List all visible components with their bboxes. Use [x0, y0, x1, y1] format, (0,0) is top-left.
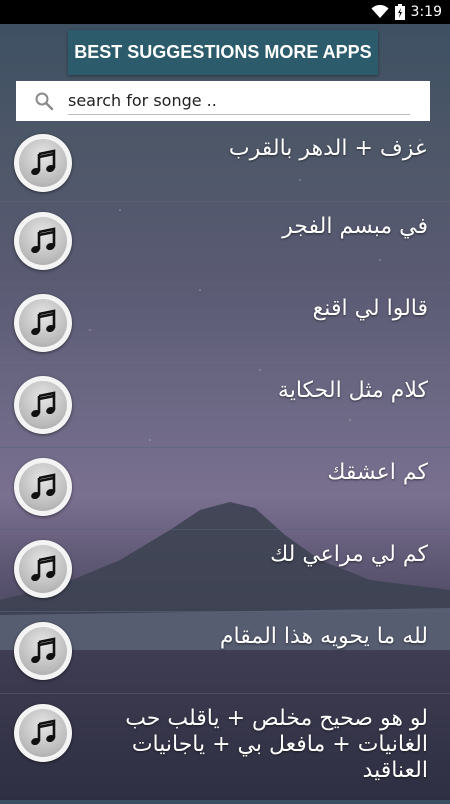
music-note-icon [14, 622, 72, 680]
song-list-item[interactable]: كم اعشقك [0, 448, 450, 530]
song-list-item[interactable]: لو هو صحيح مخلص + ياقلب حب الغانيات + ما… [0, 694, 450, 804]
song-list-item[interactable]: كلام مثل الحكاية [0, 366, 450, 448]
best-suggestions-button[interactable]: BEST SUGGESTIONS MORE APPS [68, 30, 378, 75]
status-bar: 3:19 [0, 0, 450, 24]
status-time: 3:19 [410, 4, 442, 20]
song-title: كم لي مراعي لك [270, 542, 428, 567]
song-list-item[interactable]: قالوا لي اقنع [0, 284, 450, 366]
music-note-icon [14, 704, 72, 762]
song-list-item[interactable]: في مبسم الفجر [0, 202, 450, 284]
battery-icon [394, 4, 405, 20]
music-note-icon [14, 134, 72, 192]
song-list: عزف + الدهر بالقرب في مبسم الفجر قالوا لي … [0, 124, 450, 804]
song-title: في مبسم الفجر [282, 214, 428, 239]
song-title: لله ما يحويه هذا المقام [219, 624, 428, 649]
song-title: لو هو صحيح مخلص + ياقلب حب الغانيات + ما… [125, 706, 428, 783]
music-note-icon [14, 376, 72, 434]
song-list-item[interactable]: لله ما يحويه هذا المقام [0, 612, 450, 694]
search-bar[interactable] [16, 81, 430, 121]
search-icon [35, 92, 54, 111]
song-title: كم اعشقك [327, 460, 428, 485]
song-list-item[interactable]: عزف + الدهر بالقرب [0, 124, 450, 202]
search-input[interactable] [68, 87, 410, 115]
song-title: كلام مثل الحكاية [277, 378, 428, 403]
music-note-icon [14, 212, 72, 270]
best-suggestions-label: BEST SUGGESTIONS MORE APPS [74, 42, 372, 62]
music-note-icon [14, 540, 72, 598]
wifi-icon [371, 5, 389, 18]
song-title: قالوا لي اقنع [312, 296, 428, 321]
music-note-icon [14, 294, 72, 352]
song-list-item[interactable]: كم لي مراعي لك [0, 530, 450, 612]
song-title: عزف + الدهر بالقرب [228, 136, 428, 161]
music-note-icon [14, 458, 72, 516]
